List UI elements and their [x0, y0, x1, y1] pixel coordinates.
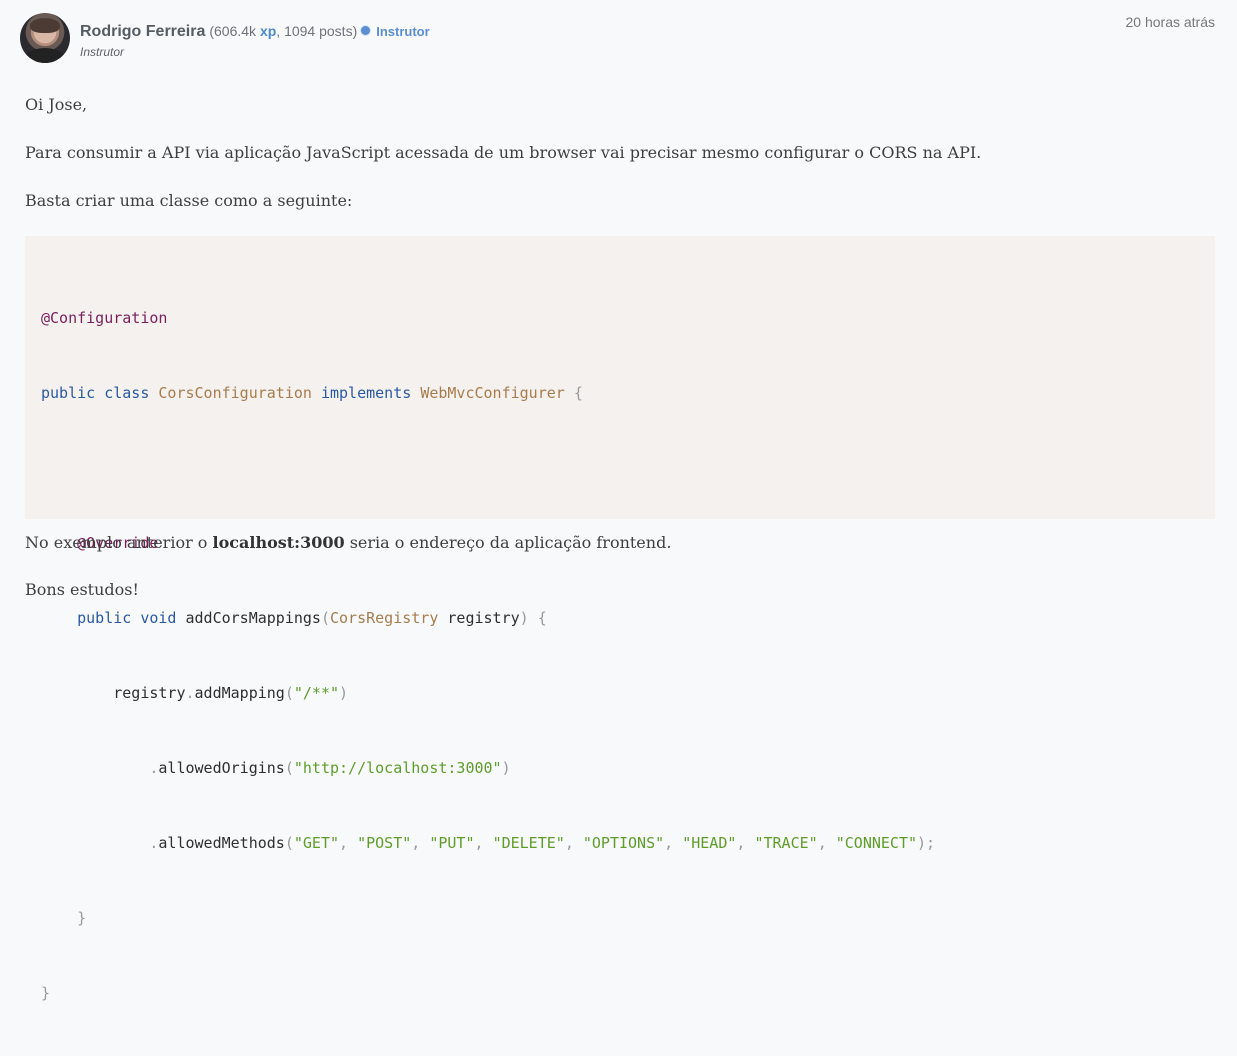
author-line: Rodrigo Ferreira (606.4k xp, 1094 posts)… — [80, 23, 430, 45]
code-string: "http://localhost:3000" — [293, 759, 502, 777]
code-line: .allowedOrigins("http://localhost:3000") — [41, 756, 1199, 781]
post-paragraph-explanation: No exemplo anterior o localhost:3000 ser… — [25, 533, 671, 553]
explanation-text-after: seria o endereço da aplicação frontend. — [344, 533, 672, 552]
code-object: registry — [113, 684, 186, 702]
code-punctuation: . — [185, 684, 195, 702]
code-method: addCorsMappings — [185, 609, 321, 627]
localhost-bold-text: localhost:3000 — [212, 533, 345, 552]
forum-post: Rodrigo Ferreira (606.4k xp, 1094 posts)… — [0, 0, 1237, 1002]
code-string: "/**" — [293, 684, 340, 702]
stats-open: (606.4k — [209, 23, 260, 39]
code-comma: , — [664, 834, 683, 852]
code-line: .allowedMethods("GET", "POST", "PUT", "D… — [41, 831, 1199, 856]
code-comma: , — [817, 834, 836, 852]
code-string-put: "PUT" — [429, 834, 475, 852]
code-keyword: public — [77, 609, 132, 627]
code-punctuation: ) — [519, 609, 529, 627]
code-type: CorsConfiguration — [158, 384, 312, 402]
code-method: addMapping — [194, 684, 285, 702]
code-parameter: registry — [447, 609, 520, 627]
code-punctuation: { — [537, 609, 547, 627]
code-type: WebMvcConfigurer — [420, 384, 565, 402]
explanation-text-before: No exemplo anterior o — [25, 533, 213, 552]
author-role: Instrutor — [80, 45, 125, 59]
code-string-connect: "CONNECT" — [835, 834, 918, 852]
post-timestamp[interactable]: 20 horas atrás — [1126, 14, 1216, 30]
code-punctuation: ); — [917, 834, 936, 852]
code-method: allowedMethods — [158, 834, 285, 852]
code-comma: , — [736, 834, 755, 852]
code-line: public class CorsConfiguration implement… — [41, 381, 1199, 406]
code-keyword: void — [140, 609, 177, 627]
stats-close: , 1094 posts) — [276, 23, 358, 39]
post-paragraph-code-intro: Basta criar uma classe como a seguinte: — [25, 191, 353, 210]
code-string-post: "POST" — [357, 834, 412, 852]
code-string-get: "GET" — [293, 834, 340, 852]
post-paragraph-greeting: Oi Jose, — [25, 95, 88, 114]
code-punctuation: ( — [284, 684, 294, 702]
code-keyword: implements — [320, 384, 412, 402]
code-punctuation: { — [573, 384, 583, 402]
code-punctuation: ) — [501, 759, 511, 777]
xp-label: xp — [259, 23, 277, 39]
code-method: allowedOrigins — [158, 759, 285, 777]
code-keyword: class — [104, 384, 150, 402]
instructor-badge-label: Instrutor — [376, 24, 430, 39]
code-line: } — [41, 981, 1199, 1006]
code-comma: , — [564, 834, 583, 852]
code-string-trace: "TRACE" — [754, 834, 818, 852]
code-block: @Configuration public class CorsConfigur… — [25, 236, 1215, 1002]
code-string-options: "OPTIONS" — [582, 834, 665, 852]
code-line: @Configuration — [41, 306, 1199, 331]
code-punctuation: ( — [284, 834, 294, 852]
code-punctuation: . — [149, 834, 159, 852]
code-line: public void addCorsMappings(CorsRegistry… — [41, 606, 1199, 631]
code-comma: , — [474, 834, 493, 852]
author-name-link[interactable]: Rodrigo Ferreira — [80, 23, 205, 41]
code-line: } — [41, 906, 1199, 931]
code-keyword: public — [41, 384, 96, 402]
code-punctuation: ( — [320, 609, 330, 627]
code-string-head: "HEAD" — [682, 834, 737, 852]
code-line: registry.addMapping("/**") — [41, 681, 1199, 706]
code-punctuation: . — [149, 759, 159, 777]
code-comma: , — [411, 834, 430, 852]
code-punctuation: } — [77, 909, 87, 927]
code-annotation: @Configuration — [41, 309, 168, 327]
gear-icon — [361, 26, 371, 35]
code-punctuation: ( — [284, 759, 294, 777]
code-punctuation: } — [41, 984, 51, 1002]
code-punctuation: ) — [339, 684, 349, 702]
instructor-badge: Instrutor — [361, 24, 430, 39]
avatar[interactable] — [20, 13, 70, 63]
code-type: CorsRegistry — [330, 609, 439, 627]
author-stats: (606.4k xp, 1094 posts) — [209, 23, 357, 39]
post-paragraph-intro: Para consumir a API via aplicação JavaSc… — [25, 143, 982, 162]
post-paragraph-signoff: Bons estudos! — [25, 580, 139, 599]
code-string-delete: "DELETE" — [492, 834, 565, 852]
code-comma: , — [339, 834, 358, 852]
